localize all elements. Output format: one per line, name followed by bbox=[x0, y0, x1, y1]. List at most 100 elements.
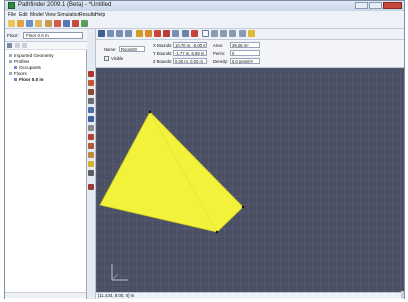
perim-label: Perim: bbox=[213, 51, 226, 56]
pointer-icon[interactable] bbox=[202, 30, 209, 37]
floor-bar: Floor: Floor 0.0 m bbox=[5, 29, 87, 42]
tree-item[interactable]: Floors bbox=[9, 71, 27, 76]
tree-item[interactable]: Occupants bbox=[14, 65, 41, 70]
menu-simulation[interactable]: Simulation bbox=[57, 12, 80, 18]
xbounds-label: X Bounds: bbox=[153, 43, 173, 48]
ybounds-field[interactable]: -1.77 m, 6.99 m bbox=[173, 50, 207, 56]
zbounds-field[interactable]: 0.00 m, 0.00 m bbox=[173, 58, 207, 64]
view-side-icon[interactable] bbox=[125, 30, 132, 37]
view-top-icon[interactable] bbox=[107, 30, 114, 37]
open-icon[interactable] bbox=[17, 20, 24, 27]
show-walls-icon[interactable] bbox=[172, 30, 179, 37]
navigation-mode-icon[interactable] bbox=[182, 30, 189, 37]
wall-tool-icon[interactable] bbox=[88, 98, 94, 104]
group-tool-icon[interactable] bbox=[88, 143, 94, 149]
area-field: 39.26 m² bbox=[230, 42, 260, 48]
resize-grip[interactable] bbox=[401, 291, 404, 298]
zoom-icon[interactable] bbox=[211, 30, 218, 37]
collapse-icon[interactable] bbox=[15, 43, 20, 48]
exit-tool-icon[interactable] bbox=[88, 184, 94, 190]
occupant-tool-icon[interactable] bbox=[88, 134, 94, 140]
name-input[interactable]: Room00 bbox=[119, 46, 145, 52]
node-icon bbox=[14, 78, 17, 81]
menu-view[interactable]: View bbox=[45, 12, 56, 18]
close-button[interactable] bbox=[383, 2, 402, 9]
navigation-tree: Imported Geometry Profiles Occupants Floors… bbox=[5, 53, 87, 93]
room-vertex[interactable] bbox=[241, 205, 245, 209]
app-icon bbox=[8, 2, 15, 9]
undo-icon[interactable] bbox=[45, 20, 52, 27]
model-canvas[interactable] bbox=[96, 68, 404, 292]
xbounds-value: 10.70 m, -5.00 m bbox=[175, 43, 207, 48]
show-occupants-icon[interactable] bbox=[154, 30, 161, 37]
zoom-box-icon[interactable] bbox=[220, 30, 227, 37]
perim-field: 0 bbox=[230, 50, 260, 56]
name-input-value: Room00 bbox=[121, 47, 137, 52]
model-view[interactable] bbox=[96, 68, 404, 292]
elevator-tool-icon[interactable] bbox=[88, 125, 94, 131]
measure-tool-icon[interactable] bbox=[88, 170, 94, 176]
floor-select[interactable]: Floor 0.0 m bbox=[23, 32, 83, 39]
floor-label: Floor: bbox=[7, 33, 19, 38]
menu-help[interactable]: Help bbox=[95, 12, 105, 18]
target-tool-icon[interactable] bbox=[88, 161, 94, 167]
results-icon[interactable] bbox=[81, 20, 88, 27]
polygon-room-icon[interactable] bbox=[88, 89, 94, 95]
stop-simulation-icon[interactable] bbox=[72, 20, 79, 27]
tree-item-label: Occupants bbox=[19, 65, 41, 70]
xbounds-field[interactable]: 10.70 m, -5.00 m bbox=[173, 42, 207, 48]
menu-results[interactable]: Results bbox=[79, 12, 96, 18]
filter-icon[interactable] bbox=[7, 43, 12, 48]
snap-icon[interactable] bbox=[239, 30, 246, 37]
render-mode-icon[interactable] bbox=[136, 30, 143, 37]
delete-icon[interactable] bbox=[54, 20, 61, 27]
menu-edit[interactable]: Edit bbox=[19, 12, 28, 18]
density-value: 0.0 pers/m² bbox=[232, 59, 254, 64]
view-toolbar bbox=[96, 29, 404, 40]
folder-icon bbox=[9, 60, 12, 63]
door-tool-icon[interactable] bbox=[88, 107, 94, 113]
tree-item-label: Profiles bbox=[14, 59, 30, 64]
view-front-icon[interactable] bbox=[116, 30, 123, 37]
density-field: 0.0 pers/m² bbox=[230, 58, 260, 64]
room-tool-icon[interactable] bbox=[88, 80, 94, 86]
tree-item[interactable]: Imported Geometry bbox=[9, 53, 54, 58]
orbit-icon[interactable] bbox=[191, 30, 198, 37]
tool-palette bbox=[87, 29, 96, 299]
grid-icon[interactable] bbox=[248, 30, 255, 37]
property-panel: Name: Room00 ✓ Visible X Bounds: 10.70 m… bbox=[96, 40, 404, 68]
coordinate-readout: [11.434, 8.00, 0] m bbox=[98, 293, 135, 298]
stair-tool-icon[interactable] bbox=[88, 116, 94, 122]
run-simulation-icon[interactable] bbox=[63, 20, 70, 27]
minimize-button[interactable] bbox=[355, 2, 368, 9]
horizontal-scrollbar[interactable] bbox=[5, 292, 86, 298]
tree-item[interactable]: Floor 0.0 m bbox=[14, 77, 44, 82]
tree-item-label: Floors bbox=[14, 71, 27, 76]
save-icon[interactable] bbox=[26, 20, 33, 27]
new-icon[interactable] bbox=[8, 20, 15, 27]
folder-icon bbox=[9, 54, 12, 57]
visible-checkbox[interactable]: ✓ bbox=[104, 56, 109, 61]
room-vertex[interactable] bbox=[215, 230, 219, 234]
window-title: Pathfinder 2009.1 (Beta) - *Untitled bbox=[18, 2, 112, 8]
pan-icon[interactable] bbox=[229, 30, 236, 37]
show-doors-icon[interactable] bbox=[163, 30, 170, 37]
tree-item[interactable]: Profiles bbox=[9, 59, 29, 64]
density-label: Density: bbox=[213, 59, 229, 64]
view-3d-icon[interactable] bbox=[98, 30, 105, 37]
title-bar: Pathfinder 2009.1 (Beta) - *Untitled bbox=[5, 1, 404, 11]
profile-tool-icon[interactable] bbox=[88, 152, 94, 158]
menu-file[interactable]: File bbox=[8, 12, 16, 18]
menu-model[interactable]: Model bbox=[30, 12, 44, 18]
wireframe-icon[interactable] bbox=[145, 30, 152, 37]
maximize-button[interactable] bbox=[369, 2, 382, 9]
ybounds-value: -1.77 m, 6.99 m bbox=[175, 51, 205, 56]
select-tool-icon[interactable] bbox=[88, 71, 94, 77]
expand-icon[interactable] bbox=[22, 43, 27, 48]
application-window: Pathfinder 2009.1 (Beta) - *Untitled Fil… bbox=[4, 0, 405, 299]
tree-item-label: Imported Geometry bbox=[14, 53, 54, 58]
room-vertex[interactable] bbox=[148, 110, 152, 114]
import-icon[interactable] bbox=[35, 20, 42, 27]
area-value: 39.26 m² bbox=[232, 43, 249, 48]
tree-item-label: Floor 0.0 m bbox=[19, 77, 44, 82]
